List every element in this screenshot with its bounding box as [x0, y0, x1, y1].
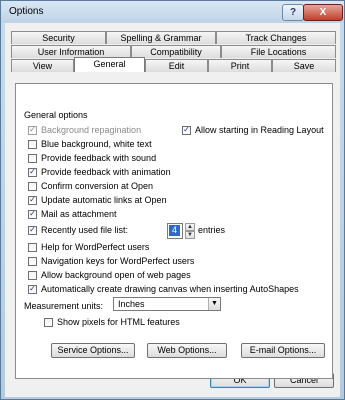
label-nav-wordperfect: Navigation keys for WordPerfect users [41, 256, 195, 266]
label-feedback-animation: Provide feedback with animation [41, 167, 171, 177]
checkbox-help-wordperfect[interactable] [28, 242, 37, 252]
dialog-client: Security Spelling & Grammar Track Change… [5, 23, 340, 397]
checkbox-feedback-animation[interactable]: ✓ [28, 167, 37, 177]
checkbox-update-links[interactable]: ✓ [28, 195, 37, 205]
close-button[interactable]: X [303, 4, 343, 21]
tab-edit[interactable]: Edit [145, 59, 208, 72]
option-mail-attachment[interactable]: ✓ Mail as attachment [28, 208, 117, 220]
recent-files-count-input[interactable]: 4 [167, 223, 183, 239]
checkbox-background-open[interactable] [28, 270, 37, 280]
email-options-button[interactable]: E-mail Options... [241, 343, 325, 358]
measurement-units-row: Measurement units: [24, 300, 103, 312]
option-recent-files[interactable]: ✓ Recently used file list: [28, 224, 128, 236]
checkbox-allow-reading-layout[interactable]: ✓ [182, 125, 191, 135]
help-button[interactable]: ? [282, 4, 304, 21]
option-background-open[interactable]: Allow background open of web pages [28, 269, 191, 281]
checkbox-blue-background[interactable] [28, 139, 37, 149]
window-title: Options [9, 6, 44, 17]
label-confirm-conversion: Confirm conversion at Open [41, 181, 154, 191]
option-allow-reading-layout[interactable]: ✓ Allow starting in Reading Layout [182, 124, 324, 136]
spin-down-button[interactable]: ▼ [185, 231, 195, 239]
service-options-button[interactable]: Service Options... [51, 343, 135, 358]
tab-print[interactable]: Print [208, 59, 272, 72]
label-mail-attachment: Mail as attachment [41, 209, 117, 219]
label-recent-files: Recently used file list: [41, 225, 129, 235]
measurement-units-select[interactable]: Inches ▼ [113, 297, 221, 311]
option-update-links[interactable]: ✓ Update automatic links at Open [28, 194, 167, 206]
tab-spelling-grammar[interactable]: Spelling & Grammar [106, 31, 216, 44]
label-drawing-canvas: Automatically create drawing canvas when… [41, 284, 299, 294]
option-drawing-canvas[interactable]: ✓ Automatically create drawing canvas wh… [28, 283, 299, 295]
checkbox-background-repagination: ✓ [28, 125, 37, 135]
recent-files-spinner: ▲ ▼ [185, 223, 195, 239]
label-show-pixels: Show pixels for HTML features [57, 317, 180, 327]
title-bar: Options ? X [1, 1, 344, 23]
web-options-button[interactable]: Web Options... [147, 343, 227, 358]
option-feedback-sound[interactable]: Provide feedback with sound [28, 152, 156, 164]
label-help-wordperfect: Help for WordPerfect users [41, 242, 150, 252]
label-feedback-sound: Provide feedback with sound [41, 153, 157, 163]
checkbox-drawing-canvas[interactable]: ✓ [28, 284, 37, 294]
tab-security[interactable]: Security [11, 31, 106, 44]
options-dialog: Options ? X Security Spelling & Grammar … [0, 0, 345, 400]
measurement-units-value: Inches [118, 299, 145, 309]
tab-general[interactable]: General [74, 57, 145, 72]
checkbox-feedback-sound[interactable] [28, 153, 37, 163]
option-feedback-animation[interactable]: ✓ Provide feedback with animation [28, 166, 171, 178]
label-blue-background: Blue background, white text [41, 139, 152, 149]
option-help-wordperfect[interactable]: Help for WordPerfect users [28, 241, 149, 253]
option-background-repagination: ✓ Background repagination [28, 124, 141, 136]
tab-save[interactable]: Save [272, 59, 336, 72]
chevron-down-icon[interactable]: ▼ [208, 298, 220, 310]
checkbox-confirm-conversion[interactable] [28, 181, 37, 191]
entries-label: entries [198, 225, 226, 235]
option-blue-background[interactable]: Blue background, white text [28, 138, 152, 150]
option-confirm-conversion[interactable]: Confirm conversion at Open [28, 180, 153, 192]
measurement-units-label: Measurement units: [24, 301, 104, 311]
checkbox-nav-wordperfect[interactable] [28, 256, 37, 266]
tab-file-locations[interactable]: File Locations [221, 45, 336, 58]
label-background-repagination: Background repagination [41, 125, 142, 135]
label-allow-reading-layout: Allow starting in Reading Layout [195, 125, 324, 135]
general-options-label: General options [24, 110, 88, 120]
label-update-links: Update automatic links at Open [41, 195, 167, 205]
spin-up-button[interactable]: ▲ [185, 223, 195, 231]
option-show-pixels[interactable]: Show pixels for HTML features [44, 316, 180, 328]
label-background-open: Allow background open of web pages [41, 270, 191, 280]
option-nav-wordperfect[interactable]: Navigation keys for WordPerfect users [28, 255, 194, 267]
recent-files-count-value: 4 [169, 225, 180, 236]
tab-track-changes[interactable]: Track Changes [216, 31, 336, 44]
tab-view[interactable]: View [11, 59, 74, 72]
checkbox-show-pixels[interactable] [44, 317, 53, 327]
checkbox-recent-files[interactable]: ✓ [28, 225, 37, 235]
checkbox-mail-attachment[interactable]: ✓ [28, 209, 37, 219]
